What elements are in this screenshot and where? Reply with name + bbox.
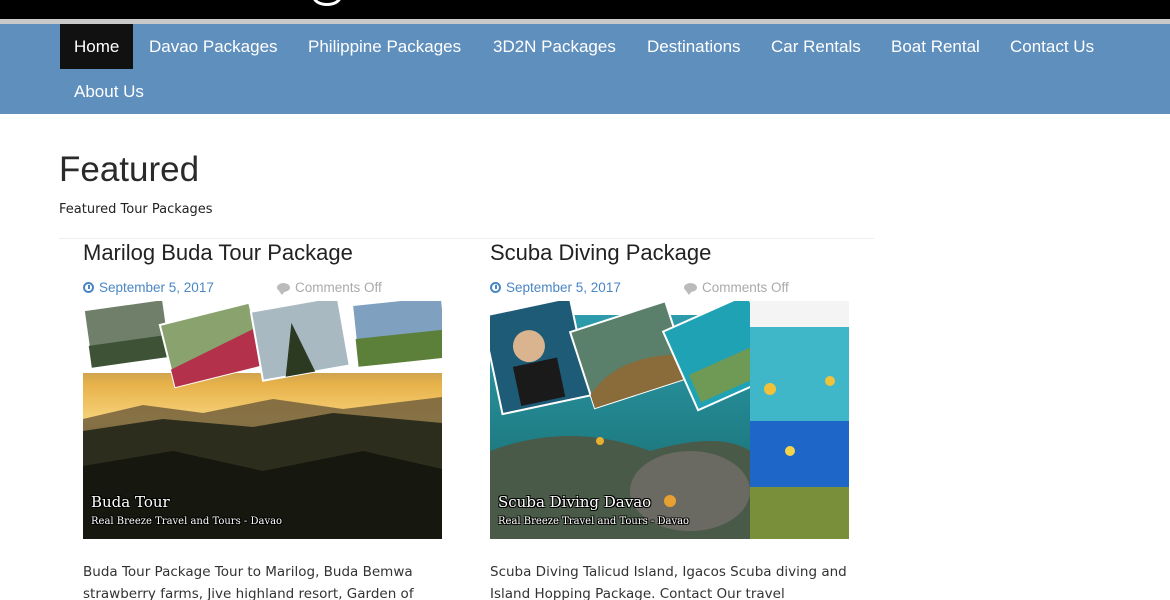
post-comments: Comments Off: [277, 280, 382, 295]
post-title-link[interactable]: Marilog Buda Tour Package: [83, 240, 445, 266]
post-date: September 5, 2017: [99, 280, 214, 295]
post-thumbnail[interactable]: Buda Tour Real Breeze Travel and Tours -…: [83, 301, 442, 539]
post-comments: Comments Off: [684, 280, 789, 295]
post-comments-label: Comments Off: [295, 280, 382, 295]
clock-icon: [490, 282, 501, 293]
post-meta: September 5, 2017 Comments Off: [83, 280, 445, 300]
nav-item-philippine-packages[interactable]: Philippine Packages: [294, 24, 475, 69]
post-date-link[interactable]: September 5, 2017: [83, 280, 214, 295]
nav-item-davao-packages[interactable]: Davao Packages: [135, 24, 292, 69]
thumbnail-subcaption: Real Breeze Travel and Tours - Davao: [498, 516, 690, 527]
post-comments-label: Comments Off: [702, 280, 789, 295]
post-excerpt: Buda Tour Package Tour to Marilog, Buda …: [83, 564, 414, 600]
post-thumbnail[interactable]: Scuba Diving Davao Real Breeze Travel an…: [490, 301, 849, 539]
clock-icon: [83, 282, 94, 293]
thumbnail-caption: Buda Tour: [91, 493, 170, 511]
content-divider: [59, 238, 874, 239]
post-meta: September 5, 2017 Comments Off: [490, 280, 852, 300]
logo-icon: [312, 0, 342, 6]
top-header-bar: [0, 0, 1170, 24]
page-title: Featured: [59, 150, 200, 189]
comment-icon: [277, 283, 290, 295]
thumbnail-subcaption: Real Breeze Travel and Tours - Davao: [91, 516, 283, 527]
post-card: Scuba Diving Package September 5, 2017 C…: [490, 240, 852, 600]
comment-icon: [684, 283, 697, 295]
main-navigation: Home Davao Packages Philippine Packages …: [0, 24, 1170, 114]
post-title-link[interactable]: Scuba Diving Package: [490, 240, 852, 266]
nav-item-destinations[interactable]: Destinations: [633, 24, 755, 69]
post-date: September 5, 2017: [506, 280, 621, 295]
nav-item-home[interactable]: Home: [60, 24, 134, 69]
post-card: Marilog Buda Tour Package September 5, 2…: [83, 240, 445, 600]
nav-item-car-rentals[interactable]: Car Rentals: [757, 24, 875, 69]
post-excerpt: Scuba Diving Talicud Island, Igacos Scub…: [490, 564, 847, 600]
thumbnail-caption: Scuba Diving Davao: [498, 493, 652, 511]
nav-item-about-us[interactable]: About Us: [60, 69, 158, 114]
page-subtitle: Featured Tour Packages: [59, 202, 213, 217]
post-date-link[interactable]: September 5, 2017: [490, 280, 621, 295]
nav-item-3d2n-packages[interactable]: 3D2N Packages: [479, 24, 630, 69]
nav-item-contact-us[interactable]: Contact Us: [996, 24, 1108, 69]
nav-item-boat-rental[interactable]: Boat Rental: [877, 24, 994, 69]
